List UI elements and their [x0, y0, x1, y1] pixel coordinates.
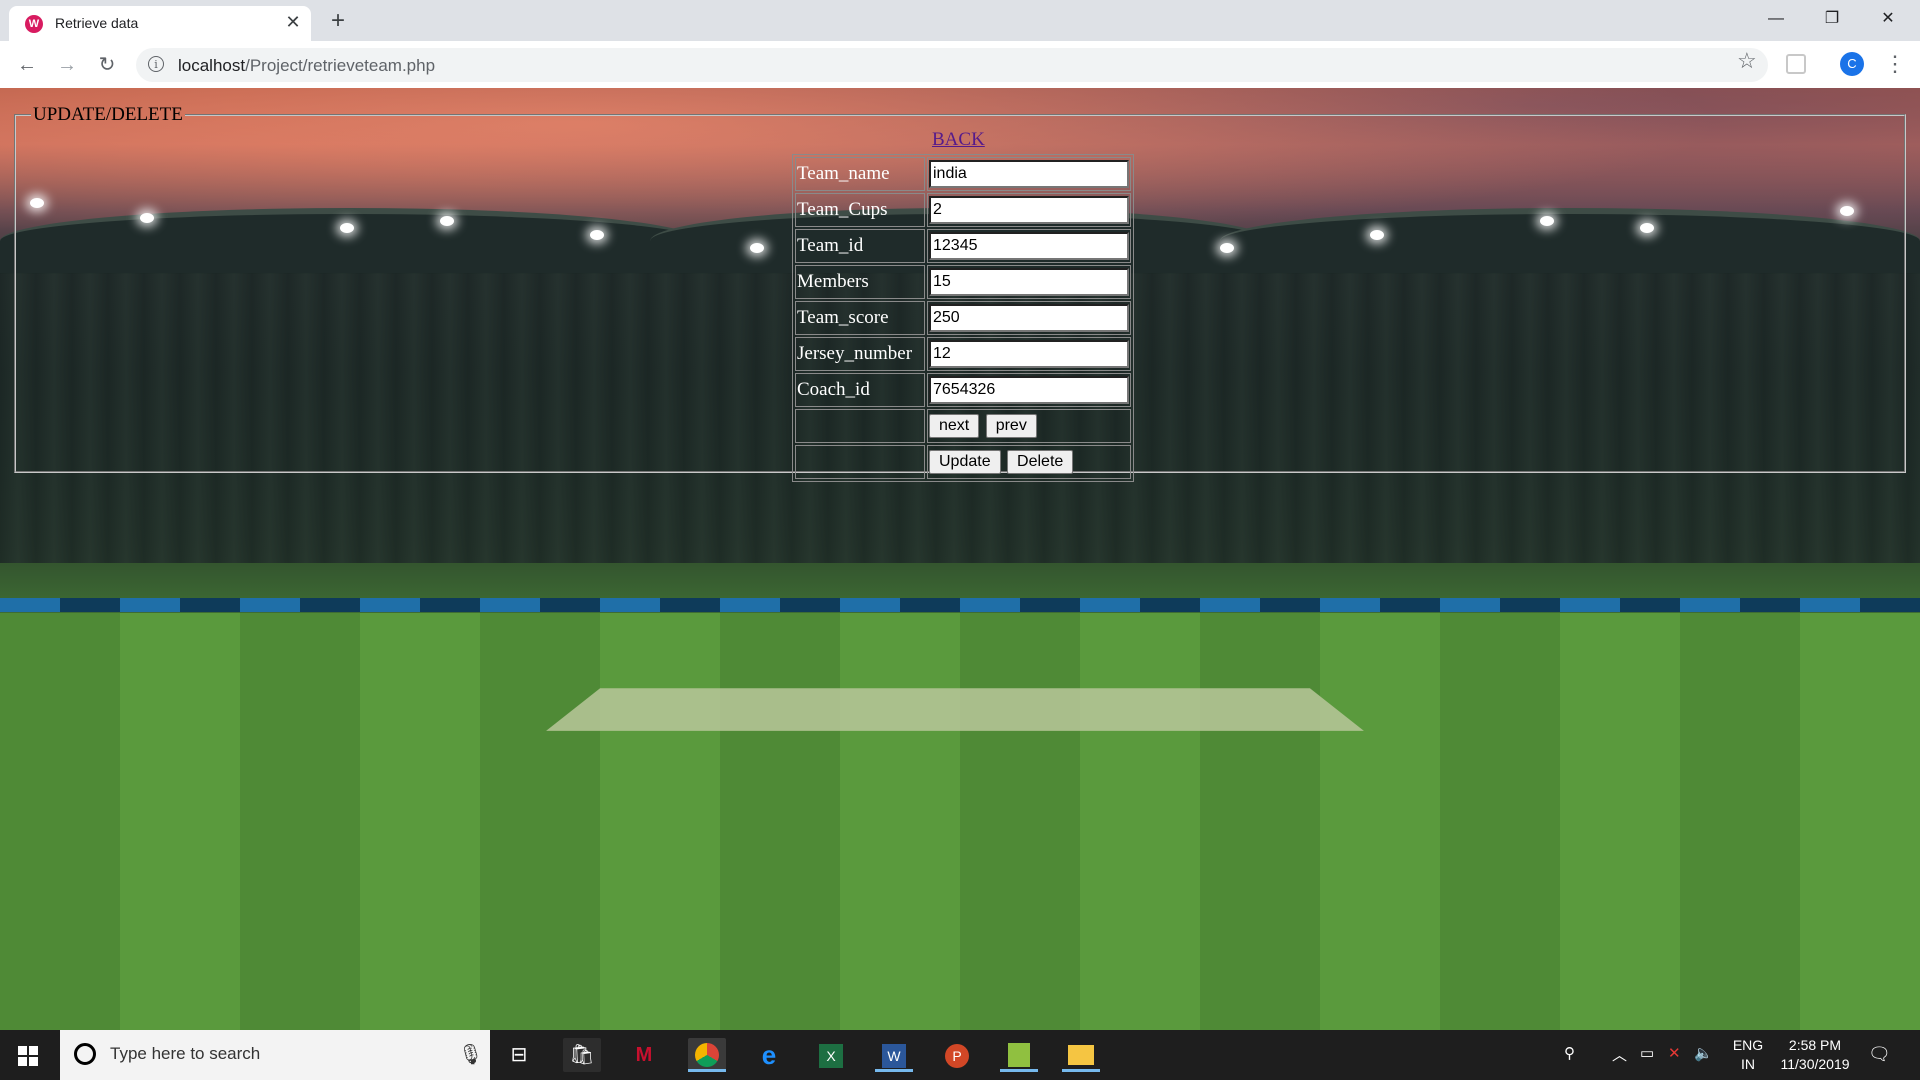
running-app-indicator [1062, 1069, 1100, 1072]
jersey-number-input[interactable] [929, 340, 1129, 368]
browser-tab-strip: W Retrieve data ✕ + — ❐ ✕ [0, 0, 1920, 41]
next-button[interactable]: next [929, 414, 980, 438]
cortana-icon [74, 1043, 96, 1065]
microphone-icon[interactable]: 🎙 [458, 1042, 483, 1067]
team-name-input[interactable] [929, 160, 1129, 188]
mcafee-icon[interactable]: M [625, 1038, 663, 1072]
team-id-label: Team_id [795, 229, 925, 263]
fieldset-legend: UPDATE/DELETE [33, 104, 183, 125]
powerpoint-icon[interactable]: P [938, 1038, 976, 1072]
active-app-indicator [688, 1069, 726, 1072]
word-icon[interactable]: W [875, 1038, 913, 1072]
volume-icon[interactable]: 🔈 [1694, 1044, 1713, 1062]
battery-icon[interactable]: ▭ [1640, 1044, 1654, 1062]
cricket-pitch [546, 688, 1364, 731]
members-label: Members [795, 265, 925, 299]
team-form-table: Team_name Team_Cups Team_id Members Team… [792, 154, 1134, 482]
empty-cell [795, 409, 925, 443]
action-buttons-cell: Update Delete [927, 445, 1131, 479]
delete-button[interactable]: Delete [1007, 450, 1074, 474]
team-cups-label: Team_Cups [795, 193, 925, 227]
prev-button[interactable]: prev [985, 414, 1037, 438]
form-row-actions: Update Delete [795, 445, 1131, 479]
chevron-up-icon[interactable]: ︿ [1612, 1044, 1627, 1065]
team-name-label: Team_name [795, 157, 925, 191]
team-name-cell [927, 157, 1131, 191]
language-code: ENG [1732, 1037, 1764, 1053]
address-bar[interactable]: i localhost/Project/retrieveteam.php [136, 48, 1768, 82]
clock-time: 2:58 PM [1788, 1037, 1842, 1053]
close-window-button[interactable]: ✕ [1860, 2, 1916, 36]
restore-window-button[interactable]: ❐ [1804, 2, 1860, 36]
minimize-window-button[interactable]: — [1748, 2, 1804, 36]
bookmark-star-icon[interactable]: ☆ [1737, 48, 1757, 74]
team-id-input[interactable] [929, 232, 1129, 260]
excel-icon[interactable]: X [812, 1038, 850, 1072]
chrome-icon[interactable] [688, 1038, 726, 1072]
form-row-team-score: Team_score [795, 301, 1131, 335]
site-favicon-icon: W [25, 15, 43, 33]
team-score-cell [927, 301, 1131, 335]
input-language-indicator[interactable]: ENG IN [1728, 1036, 1768, 1074]
url-path: /Project/retrieveteam.php [245, 56, 436, 75]
form-row-team-cups: Team_Cups [795, 193, 1131, 227]
advertising-boards [0, 598, 1920, 612]
address-url[interactable]: localhost/Project/retrieveteam.php [178, 56, 435, 76]
update-button[interactable]: Update [929, 450, 1001, 474]
edge-icon[interactable]: e [750, 1038, 788, 1072]
browser-tab-active[interactable]: W Retrieve data ✕ [9, 6, 311, 41]
task-view-icon[interactable]: ⊟ [500, 1038, 538, 1072]
url-host: localhost [178, 56, 246, 75]
running-app-indicator [875, 1069, 913, 1072]
system-clock[interactable]: 2:58 PM 11/30/2019 [1770, 1036, 1860, 1074]
browser-toolbar: ← → ↻ i localhost/Project/retrieveteam.p… [0, 41, 1920, 89]
coach-id-label: Coach_id [795, 373, 925, 407]
form-row-coach-id: Coach_id [795, 373, 1131, 407]
form-row-jersey-number: Jersey_number [795, 337, 1131, 371]
windows-start-icon[interactable] [18, 1046, 38, 1066]
notepad-plus-icon[interactable] [1000, 1038, 1038, 1072]
form-row-team-id: Team_id [795, 229, 1131, 263]
members-input[interactable] [929, 268, 1129, 296]
new-tab-button[interactable]: + [324, 8, 352, 36]
navigation-buttons-cell: next prev [927, 409, 1131, 443]
windows-taskbar: Type here to search 🎙 ⊟ 🛍 M e X W P ⚲ ︿ … [0, 1030, 1920, 1080]
back-arrow-icon[interactable]: ← [12, 50, 42, 80]
extension-icon[interactable] [1786, 54, 1806, 74]
running-app-indicator [1000, 1069, 1038, 1072]
profile-avatar-icon[interactable]: C [1840, 52, 1864, 76]
team-score-label: Team_score [795, 301, 925, 335]
forward-arrow-icon[interactable]: → [52, 50, 82, 80]
notifications-icon[interactable]: 🗨 [1868, 1044, 1891, 1065]
taskbar-search-box[interactable]: Type here to search 🎙 [60, 1030, 490, 1080]
clock-date: 11/30/2019 [1780, 1056, 1850, 1072]
reload-icon[interactable]: ↻ [92, 50, 122, 80]
empty-cell [795, 445, 925, 479]
taskbar-search-placeholder: Type here to search [110, 1044, 261, 1063]
jersey-number-label: Jersey_number [795, 337, 925, 371]
team-score-input[interactable] [929, 304, 1129, 332]
members-cell [927, 265, 1131, 299]
people-icon[interactable]: ⚲ [1564, 1044, 1575, 1062]
page-viewport: UPDATE/DELETE BACK Team_name Team_Cups T… [0, 88, 1920, 1030]
microsoft-store-icon[interactable]: 🛍 [563, 1038, 601, 1072]
site-info-icon[interactable]: i [148, 56, 164, 72]
form-row-navigation: next prev [795, 409, 1131, 443]
team-id-cell [927, 229, 1131, 263]
jersey-number-cell [927, 337, 1131, 371]
team-cups-input[interactable] [929, 196, 1129, 224]
network-icon[interactable]: ✕ [1668, 1044, 1681, 1062]
region-code: IN [1741, 1056, 1755, 1072]
tab-title: Retrieve data [55, 15, 139, 31]
form-row-members: Members [795, 265, 1131, 299]
file-explorer-icon[interactable] [1062, 1038, 1100, 1072]
coach-id-input[interactable] [929, 376, 1129, 404]
cricket-field [0, 613, 1920, 1030]
form-row-team-name: Team_name [795, 157, 1131, 191]
browser-menu-icon[interactable]: ⋮ [1884, 50, 1906, 78]
back-link[interactable]: BACK [932, 129, 985, 151]
coach-id-cell [927, 373, 1131, 407]
close-tab-icon[interactable]: ✕ [283, 12, 303, 32]
team-cups-cell [927, 193, 1131, 227]
